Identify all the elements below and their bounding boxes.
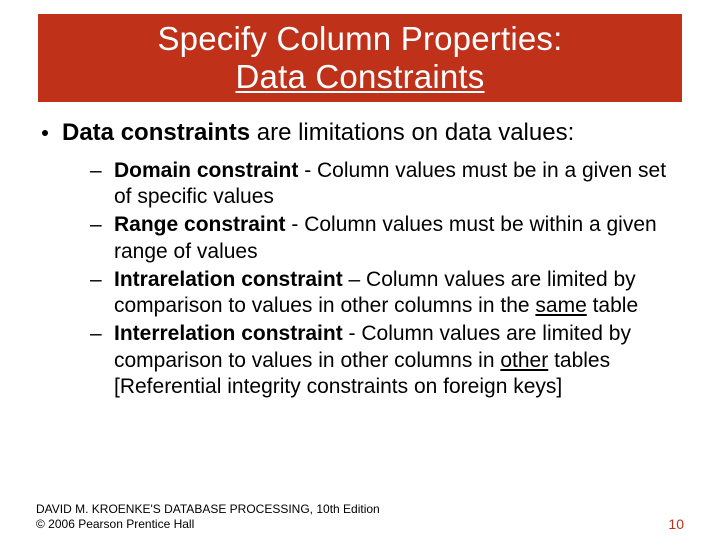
- slide-content: Data constraints are limitations on data…: [40, 118, 680, 400]
- sub-bullet: – Range constraint - Column values must …: [90, 212, 680, 265]
- sub-bold: Domain constraint: [114, 159, 298, 182]
- sub-bold: Range constraint: [114, 213, 286, 236]
- sub-bullet-list: – Domain constraint - Column values must…: [90, 158, 680, 400]
- dash-icon: –: [90, 321, 104, 347]
- bullet-dot-icon: [42, 130, 48, 136]
- dash-icon: –: [90, 212, 104, 238]
- footer-line-2: © 2006 Pearson Prentice Hall: [36, 517, 380, 532]
- sub-bullet-text: Intrarelation constraint – Column values…: [114, 267, 680, 320]
- slide: Specify Column Properties: Data Constrai…: [0, 14, 720, 540]
- footer-attribution: DAVID M. KROENKE'S DATABASE PROCESSING, …: [36, 502, 380, 532]
- title-line-2: Data Constraints: [48, 58, 672, 96]
- sub-bullet: – Intrarelation constraint – Column valu…: [90, 267, 680, 320]
- dash-icon: –: [90, 267, 104, 293]
- sub-bold: Interrelation constraint: [114, 322, 343, 345]
- slide-title: Specify Column Properties: Data Constrai…: [38, 14, 682, 102]
- sub-bullet-text: Range constraint - Column values must be…: [114, 212, 680, 265]
- footer-line-1: DAVID M. KROENKE'S DATABASE PROCESSING, …: [36, 502, 380, 517]
- dash-icon: –: [90, 158, 104, 184]
- sub-underline: other: [500, 349, 548, 372]
- sub-rest-b: table: [587, 294, 638, 317]
- title-line-1: Specify Column Properties:: [48, 20, 672, 58]
- sub-bullet: – Interrelation constraint - Column valu…: [90, 321, 680, 400]
- sub-underline: same: [535, 294, 586, 317]
- sub-bullet-text: Domain constraint - Column values must b…: [114, 158, 680, 211]
- page-number: 10: [668, 516, 684, 532]
- lead-bold: Data constraints: [62, 119, 250, 146]
- lead-rest: are limitations on data values:: [250, 119, 574, 146]
- sub-bold: Intrarelation constraint: [114, 268, 343, 291]
- sub-bullet-text: Interrelation constraint - Column values…: [114, 321, 680, 400]
- bullet-text: Data constraints are limitations on data…: [62, 118, 574, 148]
- slide-footer: DAVID M. KROENKE'S DATABASE PROCESSING, …: [36, 502, 684, 532]
- sub-bullet: – Domain constraint - Column values must…: [90, 158, 680, 211]
- bullet-level-1: Data constraints are limitations on data…: [40, 118, 680, 148]
